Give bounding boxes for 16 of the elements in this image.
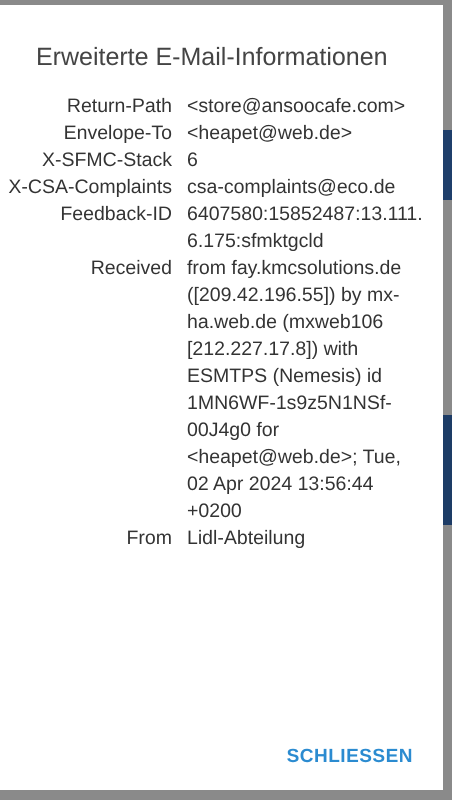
header-name: Envelope-To bbox=[62, 121, 172, 146]
header-name: Received bbox=[90, 256, 172, 281]
close-button[interactable]: SCHLIESSEN bbox=[282, 740, 417, 774]
header-name: X-SFMC-Stack bbox=[40, 148, 172, 173]
header-value: <heapet@web.de> bbox=[187, 121, 354, 146]
header-value: Lidl-Abteilung bbox=[187, 526, 306, 551]
header-value: 6 bbox=[187, 148, 199, 173]
header-name: From bbox=[126, 526, 172, 551]
dialog-title: Erweiterte E-Mail-Informationen bbox=[36, 42, 389, 73]
header-value: csa-complaints@eco.de bbox=[187, 175, 396, 200]
header-value: <store@ansoocafe.com> bbox=[187, 94, 406, 119]
header-name: Feedback-ID bbox=[59, 202, 172, 227]
background-panel bbox=[443, 130, 452, 200]
header-value: from fay.kmcsolutions.de ([209.42.196.55]) by mx-ha.web.de (mxweb106 [212.227.17.8]) with ESMTPS (Nemesis) id 1MN6WF-1s9z5N1NSf-00J4g0 for <heapet@web.de>; Tue, 02 Apr 2024 13:56:44 +0200 bbox=[187, 256, 402, 524]
header-name: X-CSA-Complaints bbox=[7, 175, 172, 200]
header-name: Return-Path bbox=[66, 94, 172, 119]
